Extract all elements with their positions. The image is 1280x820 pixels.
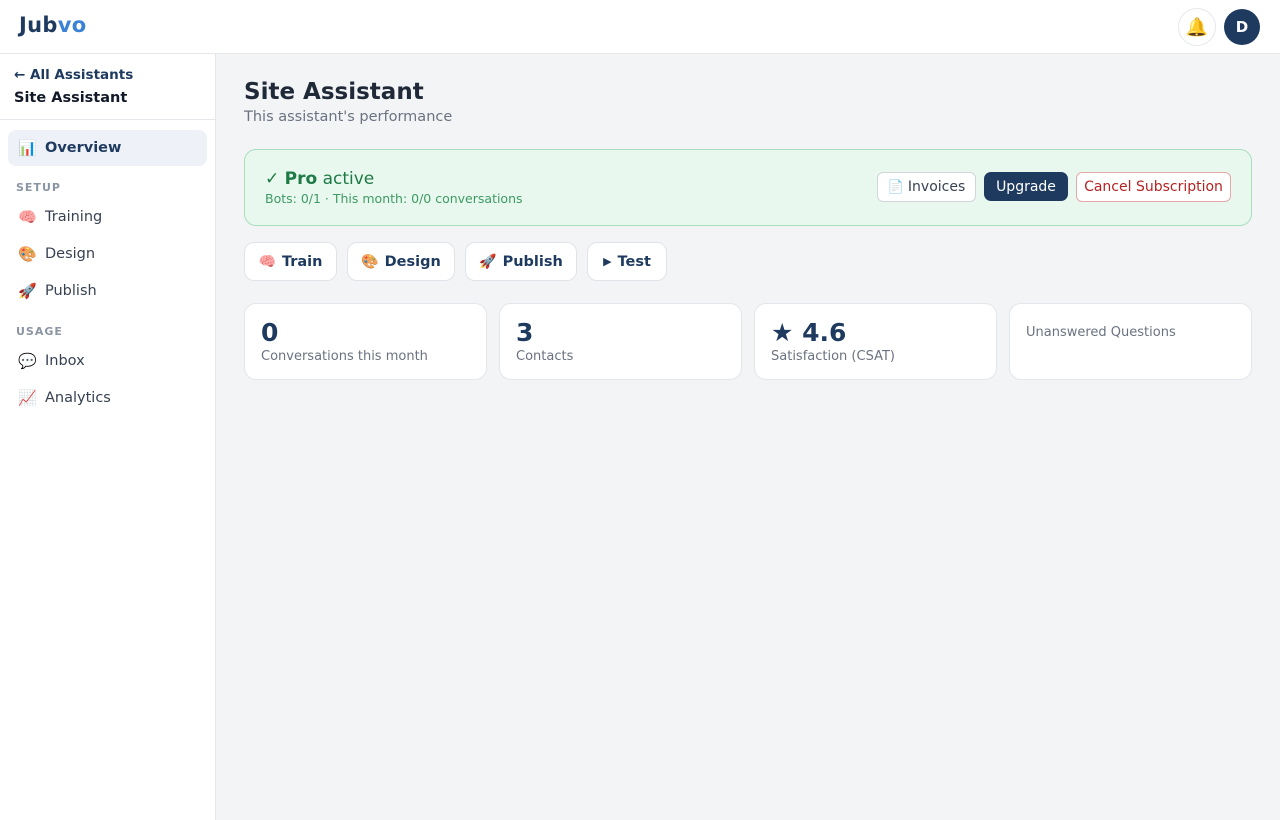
rocket-icon: 🚀 [18, 282, 37, 300]
palette-icon: 🎨 [18, 245, 37, 263]
sidebar-item-publish[interactable]: 🚀 Publish [8, 273, 207, 309]
sidebar-item-training[interactable]: 🧠 Training [8, 199, 207, 235]
sidebar: ← All Assistants Site Assistant 📊 Overvi… [0, 54, 216, 820]
plan-usage: Bots: 0/1 · This month: 0/0 conversation… [265, 191, 523, 206]
sidebar-item-label: Publish [45, 283, 97, 299]
top-bar: Jubvo 🔔 D [0, 0, 1280, 54]
invoices-button[interactable]: 📄 Invoices [877, 172, 976, 202]
user-avatar[interactable]: D [1224, 9, 1260, 45]
stat-card-unanswered: Unanswered Questions [1009, 303, 1252, 380]
train-button[interactable]: 🧠 Train [244, 242, 337, 281]
sidebar-divider [0, 119, 215, 120]
stat-card-contacts: 3 Contacts [499, 303, 742, 380]
bar-chart-icon: 📊 [18, 139, 37, 157]
section-label-usage: USAGE [16, 325, 63, 338]
stat-label: Satisfaction (CSAT) [771, 349, 895, 364]
page-title: Site Assistant [244, 79, 424, 105]
rocket-icon: 🚀 [479, 253, 497, 270]
logo-text-part2: vo [57, 13, 87, 37]
sidebar-item-analytics[interactable]: 📈 Analytics [8, 380, 207, 416]
section-label-setup: SETUP [16, 181, 61, 194]
cancel-subscription-button[interactable]: Cancel Subscription [1076, 172, 1231, 202]
sidebar-item-overview[interactable]: 📊 Overview [8, 130, 207, 166]
stat-value: 3 [516, 318, 534, 347]
train-label: Train [281, 253, 323, 270]
stat-value: ★ 4.6 [771, 318, 847, 347]
palette-icon: 🎨 [361, 253, 379, 270]
trend-chart-icon: 📈 [18, 389, 37, 407]
stat-card-conversations: 0 Conversations this month [244, 303, 487, 380]
invoices-label: Invoices [907, 179, 966, 195]
sidebar-item-inbox[interactable]: 💬 Inbox [8, 343, 207, 379]
upgrade-button[interactable]: Upgrade [984, 172, 1068, 201]
stat-label: Conversations this month [261, 349, 428, 364]
brain-icon: 🧠 [258, 253, 276, 270]
logo-text-part1: Jub [19, 13, 58, 37]
play-icon: ▶ [603, 255, 612, 268]
design-button[interactable]: 🎨 Design [347, 242, 455, 281]
publish-label: Publish [502, 253, 563, 270]
test-button[interactable]: ▶ Test [587, 242, 667, 281]
sidebar-item-label: Inbox [45, 353, 85, 369]
stat-label: Contacts [516, 349, 574, 364]
sidebar-item-label: Training [45, 209, 103, 225]
document-icon: 📄 [887, 179, 904, 195]
sidebar-assistant-name: Site Assistant [14, 90, 128, 106]
app-logo[interactable]: Jubvo [19, 13, 86, 37]
speech-bubble-icon: 💬 [18, 352, 37, 370]
sidebar-item-label: Overview [45, 140, 122, 156]
subscription-banner: ✓ Pro active Bots: 0/1 · This month: 0/0… [244, 149, 1252, 226]
publish-button[interactable]: 🚀 Publish [465, 242, 577, 281]
stat-value: 0 [261, 318, 279, 347]
back-to-assistants-link[interactable]: ← All Assistants [14, 67, 133, 83]
notifications-bell-icon[interactable]: 🔔 [1178, 8, 1216, 46]
plan-name: Pro [284, 169, 318, 189]
stat-card-satisfaction: ★ 4.6 Satisfaction (CSAT) [754, 303, 997, 380]
sidebar-item-design[interactable]: 🎨 Design [8, 236, 207, 272]
check-icon: ✓ [265, 169, 280, 189]
test-label: Test [617, 253, 651, 270]
plan-state: active [322, 169, 375, 189]
brain-icon: 🧠 [18, 208, 37, 226]
design-label: Design [384, 253, 441, 270]
sidebar-item-label: Design [45, 246, 96, 262]
plan-status: ✓ Pro active [265, 169, 374, 189]
page-subtitle: This assistant's performance [244, 109, 453, 125]
stat-label: Unanswered Questions [1026, 325, 1176, 340]
sidebar-item-label: Analytics [45, 390, 111, 406]
